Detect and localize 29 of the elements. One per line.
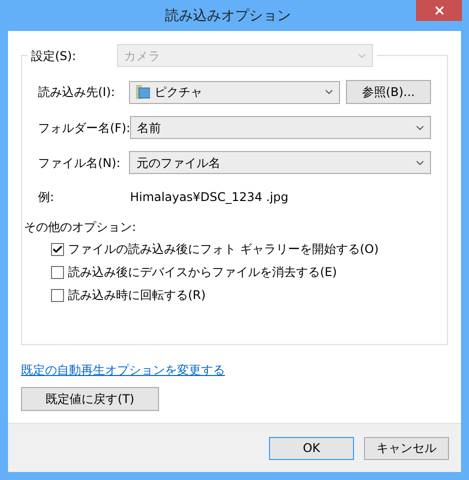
field-label: 読み込み先(I): (38, 84, 116, 101)
browse-button[interactable]: 参照(B)... (346, 80, 431, 104)
dropdown[interactable]: ピクチャ (129, 80, 340, 104)
checkbox[interactable] (51, 288, 64, 302)
dropdown-value: 元のファイル名 (136, 154, 222, 172)
window-title: 読み込みオプション (164, 7, 291, 26)
dropdown-value: 名前 (137, 120, 162, 136)
check-icon (52, 244, 63, 254)
close-button[interactable] (416, 0, 462, 21)
dropdown[interactable]: 元のファイル名 (129, 151, 431, 174)
folder-icon (136, 84, 150, 100)
dropdown-value: ピクチャ (154, 84, 204, 101)
option-checkbox[interactable]: ファイルの読み込み後にフォト ギャラリーを開始する(O) (51, 240, 431, 258)
field-label: ファイル名(N): (38, 154, 122, 172)
checkbox[interactable] (51, 266, 64, 278)
dialog-button[interactable]: キャンセル (364, 436, 449, 460)
dropdown-value: カメラ (124, 48, 162, 64)
dialog-button[interactable]: OK (269, 436, 354, 460)
option-checkbox[interactable]: 読み込み時に回転する(R) (51, 286, 431, 304)
example-filename: Himalayas¥DSC_1234 .jpg (130, 189, 288, 206)
option-checkbox[interactable]: 読み込み後にデバイスからファイルを消去する(E) (51, 263, 431, 281)
options-label: その他のオプション: (24, 219, 136, 236)
field-label: フォルダー名(F): (38, 120, 130, 136)
checkbox[interactable] (51, 242, 64, 256)
reset-defaults-button[interactable]: 既定値に戻す(T) (21, 387, 159, 411)
close-icon (432, 4, 446, 17)
example-label: 例: (38, 189, 56, 206)
change-autoplay-link[interactable]: 既定の自動再生オプションを変更する (21, 361, 225, 379)
dropdown[interactable]: 名前 (130, 116, 431, 139)
